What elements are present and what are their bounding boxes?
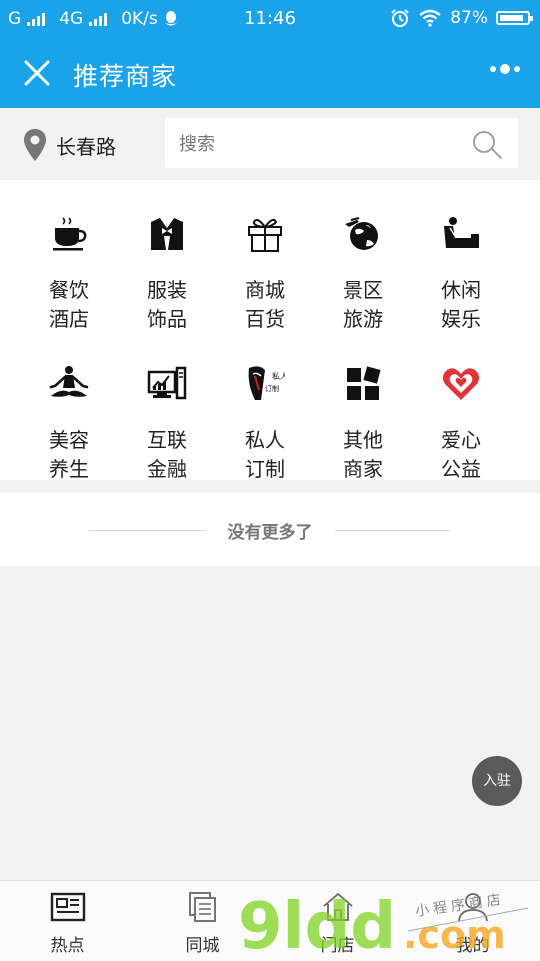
app-grid-icon bbox=[347, 366, 381, 400]
search-icon[interactable] bbox=[470, 128, 504, 162]
category-line1: 爱心 bbox=[441, 428, 481, 452]
armchair-icon bbox=[444, 217, 479, 248]
icon-text-2: 订制 bbox=[265, 384, 279, 393]
tab-label: 门店 bbox=[320, 936, 355, 956]
more-button[interactable] bbox=[490, 64, 520, 74]
category-line1: 私人 bbox=[245, 428, 285, 452]
tuxedo-icon bbox=[151, 218, 183, 250]
category-line1: 餐饮 bbox=[49, 278, 89, 302]
gift-box-icon bbox=[248, 218, 282, 252]
custom-tailor-icon: 私人 订制 bbox=[248, 366, 285, 400]
category-line1: 其他 bbox=[343, 428, 383, 452]
category-line2: 订制 bbox=[245, 457, 285, 481]
wifi-icon bbox=[419, 9, 441, 27]
newspaper-icon bbox=[50, 892, 85, 922]
coffee-cup-icon bbox=[53, 217, 87, 251]
globe-travel-icon bbox=[345, 217, 378, 250]
category-line1: 服装 bbox=[147, 278, 187, 302]
category-line1: 景区 bbox=[343, 278, 383, 302]
category-line1: 互联 bbox=[147, 428, 187, 452]
category-line1: 美容 bbox=[49, 428, 89, 452]
category-charity[interactable]: 爱心 公益 bbox=[407, 330, 515, 481]
alarm-icon bbox=[391, 9, 409, 27]
search-box bbox=[165, 118, 518, 170]
tab-hot[interactable]: 热点 bbox=[0, 881, 135, 961]
more-dots-icon bbox=[490, 64, 520, 74]
store-home-icon bbox=[322, 892, 353, 921]
close-button[interactable] bbox=[20, 56, 54, 90]
category-fintech[interactable]: 互联 金融 bbox=[113, 330, 221, 481]
category-custom[interactable]: 私人 订制 私人 订制 bbox=[211, 330, 319, 481]
documents-icon bbox=[188, 892, 216, 922]
page-title: 推荐商家 bbox=[73, 62, 178, 91]
title-bar: 推荐商家 bbox=[0, 38, 540, 108]
location-pin-icon bbox=[24, 129, 46, 161]
list-end: 没有更多了 bbox=[0, 493, 540, 566]
category-mall[interactable]: 商城 百货 bbox=[211, 180, 319, 331]
tab-bar: 热点 同城 门店 我的 bbox=[0, 880, 540, 961]
location-selector[interactable]: 长春路 bbox=[22, 128, 116, 162]
computer-chart-icon bbox=[147, 366, 187, 400]
category-line2: 公益 bbox=[441, 457, 481, 481]
tab-local[interactable]: 同城 bbox=[135, 881, 270, 961]
battery-icon bbox=[496, 11, 533, 25]
yoga-icon bbox=[49, 366, 89, 397]
category-line1: 休闲 bbox=[441, 278, 481, 302]
tab-mine[interactable]: 我的 bbox=[405, 881, 540, 961]
location-label: 长春路 bbox=[56, 134, 116, 159]
category-leisure[interactable]: 休闲 娱乐 bbox=[407, 180, 515, 331]
tab-label: 同城 bbox=[185, 936, 220, 956]
category-others[interactable]: 其他 商家 bbox=[309, 330, 417, 481]
join-button[interactable]: 入驻 bbox=[472, 756, 522, 806]
category-line2: 商家 bbox=[343, 457, 383, 481]
tab-label: 我的 bbox=[455, 936, 490, 956]
divider-right bbox=[335, 530, 450, 531]
category-beauty[interactable]: 美容 养生 bbox=[15, 330, 123, 481]
tab-label: 热点 bbox=[50, 936, 85, 956]
search-input[interactable] bbox=[177, 118, 461, 170]
category-grid: 餐饮 酒店 服装 饰品 商城 百货 景区 旅游 休闲 娱乐 美容 养生 互联 金… bbox=[0, 180, 540, 481]
close-icon bbox=[24, 60, 50, 86]
category-clothing[interactable]: 服装 饰品 bbox=[113, 180, 221, 331]
status-bar: G 4G 0K/s 11:46 87% bbox=[0, 0, 540, 38]
tab-store[interactable]: 门店 bbox=[270, 881, 405, 961]
search-row: 长春路 bbox=[0, 108, 540, 180]
list-end-text: 没有更多了 bbox=[227, 523, 313, 543]
category-line2: 金融 bbox=[147, 457, 187, 481]
icon-text-1: 私人 bbox=[272, 372, 285, 381]
category-line1: 商城 bbox=[245, 278, 285, 302]
battery-percent: 87% bbox=[450, 8, 488, 28]
user-icon bbox=[457, 893, 488, 922]
category-travel[interactable]: 景区 旅游 bbox=[309, 180, 417, 331]
category-dining[interactable]: 餐饮 酒店 bbox=[15, 180, 123, 331]
category-line2: 养生 bbox=[49, 457, 89, 481]
charity-heart-icon bbox=[442, 368, 480, 400]
status-right: 87% bbox=[390, 8, 533, 28]
